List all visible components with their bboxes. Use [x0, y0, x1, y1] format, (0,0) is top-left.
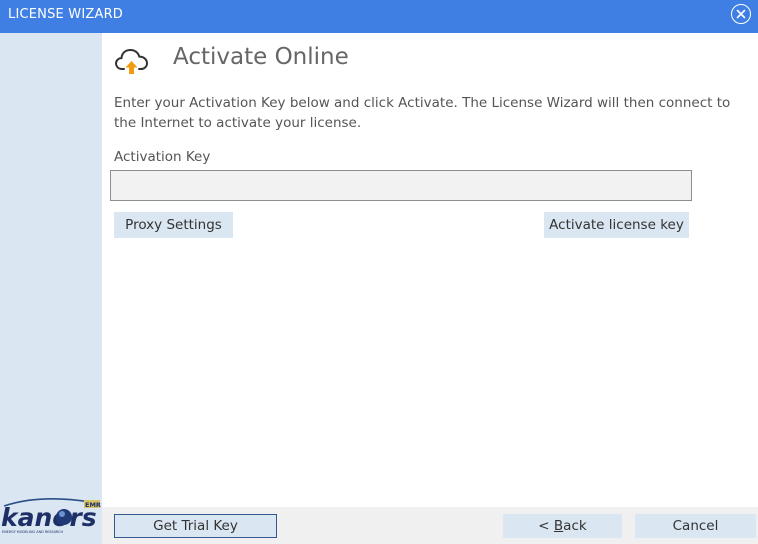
logo-badge: EMR: [85, 501, 101, 509]
cancel-button[interactable]: Cancel: [635, 514, 756, 538]
back-button[interactable]: < Back: [503, 514, 622, 538]
intro-text: Enter your Activation Key below and clic…: [114, 95, 731, 131]
close-icon[interactable]: [731, 4, 751, 24]
logo-text: kanors: [1, 503, 97, 532]
sidebar: [0, 33, 102, 544]
back-rest: ack: [563, 518, 587, 534]
window-title: LICENSE WIZARD: [8, 7, 124, 22]
back-mnemonic: B: [553, 518, 564, 534]
page-title: Activate Online: [173, 44, 349, 70]
proxy-settings-button[interactable]: Proxy Settings: [114, 212, 233, 238]
activation-key-input[interactable]: [110, 170, 692, 201]
cloud-upload-icon: [115, 49, 148, 74]
kanors-logo: kanors EMR ENERGY MODELING AND RESEARCH: [0, 496, 102, 536]
footer-bar: Get Trial Key < Back Cancel: [102, 507, 758, 544]
back-prefix: <: [538, 518, 554, 534]
main-content: Activate Online Enter your Activation Ke…: [102, 33, 758, 507]
logo-tagline: ENERGY MODELING AND RESEARCH: [2, 530, 63, 534]
activation-key-label: Activation Key: [114, 149, 211, 165]
title-bar: LICENSE WIZARD: [0, 0, 758, 33]
get-trial-key-button[interactable]: Get Trial Key: [114, 514, 277, 538]
activate-license-key-button[interactable]: Activate license key: [544, 212, 689, 238]
